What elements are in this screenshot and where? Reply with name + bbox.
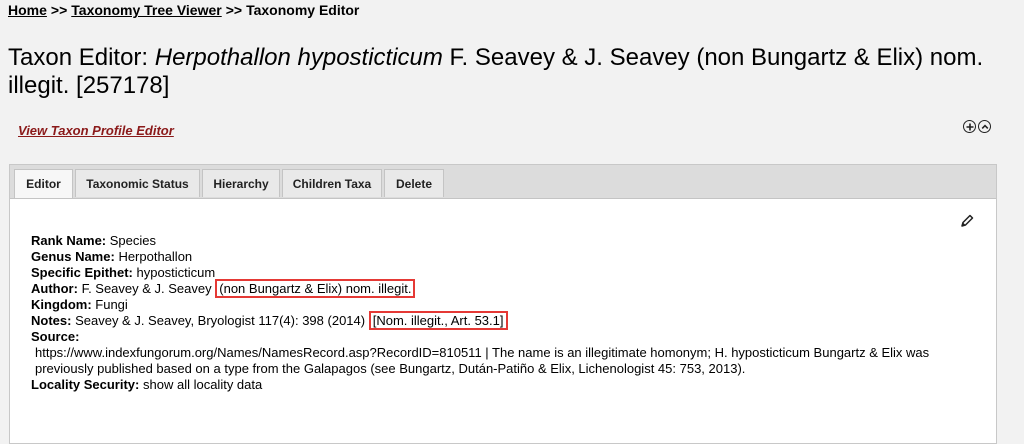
breadcrumb-home-link[interactable]: Home — [8, 2, 47, 18]
epithet-value: hyposticticum — [136, 265, 216, 280]
genus-label: Genus Name: — [31, 249, 115, 264]
author-row: Author: F. Seavey & J. Seavey (non Bunga… — [31, 279, 981, 298]
notes-row: Notes: Seavey & J. Seavey, Bryologist 11… — [31, 311, 981, 330]
breadcrumb-current: Taxonomy Editor — [246, 2, 360, 18]
rank-value: Species — [109, 233, 157, 248]
tab-editor[interactable]: Editor — [14, 169, 73, 198]
breadcrumb: Home >> Taxonomy Tree Viewer >> Taxonomy Edi… — [8, 2, 359, 18]
epithet-row: Specific Epithet: hyposticticum — [31, 265, 981, 281]
genus-row: Genus Name: Herpothallon — [31, 249, 981, 265]
author-highlight-box: (non Bungartz & Elix) nom. illegit. — [215, 279, 416, 298]
security-value: show all locality data — [143, 377, 263, 392]
author-value: F. Seavey & J. Seavey — [81, 281, 212, 296]
source-label: Source: — [31, 329, 80, 344]
panel-toggle-icons — [963, 120, 991, 133]
editor-panel: Editor Taxonomic Status Hierarchy Childr… — [9, 164, 997, 444]
chevron-up-circle-icon[interactable] — [978, 120, 991, 133]
breadcrumb-tree-viewer-link[interactable]: Taxonomy Tree Viewer — [71, 2, 221, 18]
security-label: Locality Security: — [31, 377, 140, 392]
page-title: Taxon Editor: Herpothallon hyposticticum… — [8, 44, 1008, 100]
kingdom-label: Kingdom: — [31, 297, 92, 312]
plus-circle-icon[interactable] — [963, 120, 976, 133]
source-row: Source: — [31, 329, 981, 345]
taxon-fields: Rank Name: Species Genus Name: Herpothal… — [31, 233, 981, 393]
notes-highlight-box: [Nom. illegit., Art. 53.1] — [368, 311, 508, 330]
tab-delete[interactable]: Delete — [384, 169, 444, 197]
rank-row: Rank Name: Species — [31, 233, 981, 249]
tab-children-taxa[interactable]: Children Taxa — [282, 169, 382, 197]
kingdom-value: Fungi — [95, 297, 128, 312]
genus-value: Herpothallon — [118, 249, 193, 264]
tab-taxonomic-status[interactable]: Taxonomic Status — [75, 169, 200, 197]
breadcrumb-separator: >> — [50, 2, 68, 18]
page-title-prefix: Taxon Editor: — [8, 44, 155, 71]
author-label: Author: — [31, 281, 78, 296]
view-taxon-profile-editor-link[interactable]: View Taxon Profile Editor — [18, 123, 174, 138]
tab-hierarchy[interactable]: Hierarchy — [202, 169, 280, 197]
source-value: https://www.indexfungorum.org/Names/Name… — [35, 345, 930, 376]
security-row: Locality Security: show all locality dat… — [31, 377, 981, 393]
pencil-icon[interactable] — [959, 213, 975, 234]
notes-value: Seavey & J. Seavey, Bryologist 117(4): 3… — [75, 313, 366, 328]
page-title-sciname: Herpothallon hyposticticum — [154, 44, 443, 71]
tab-bar: Editor Taxonomic Status Hierarchy Childr… — [10, 165, 996, 199]
notes-label: Notes: — [31, 313, 72, 328]
breadcrumb-separator: >> — [225, 2, 243, 18]
rank-label: Rank Name: — [31, 233, 107, 248]
epithet-label: Specific Epithet: — [31, 265, 133, 280]
